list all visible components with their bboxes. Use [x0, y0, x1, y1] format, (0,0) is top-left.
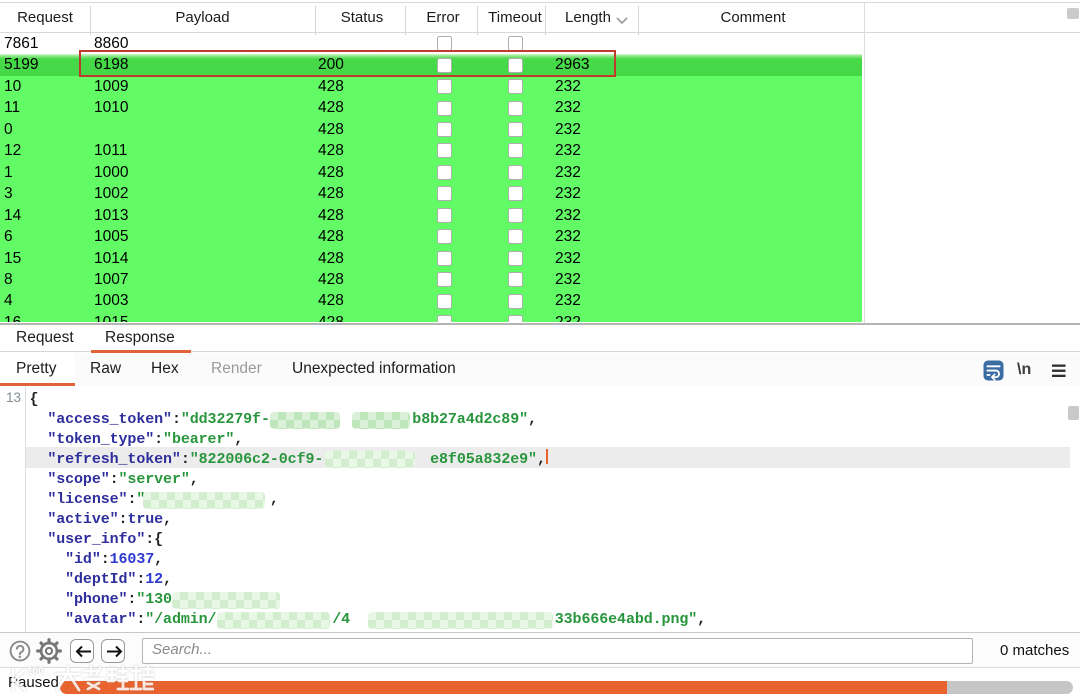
svg-text:100: 100 [27, 666, 44, 677]
